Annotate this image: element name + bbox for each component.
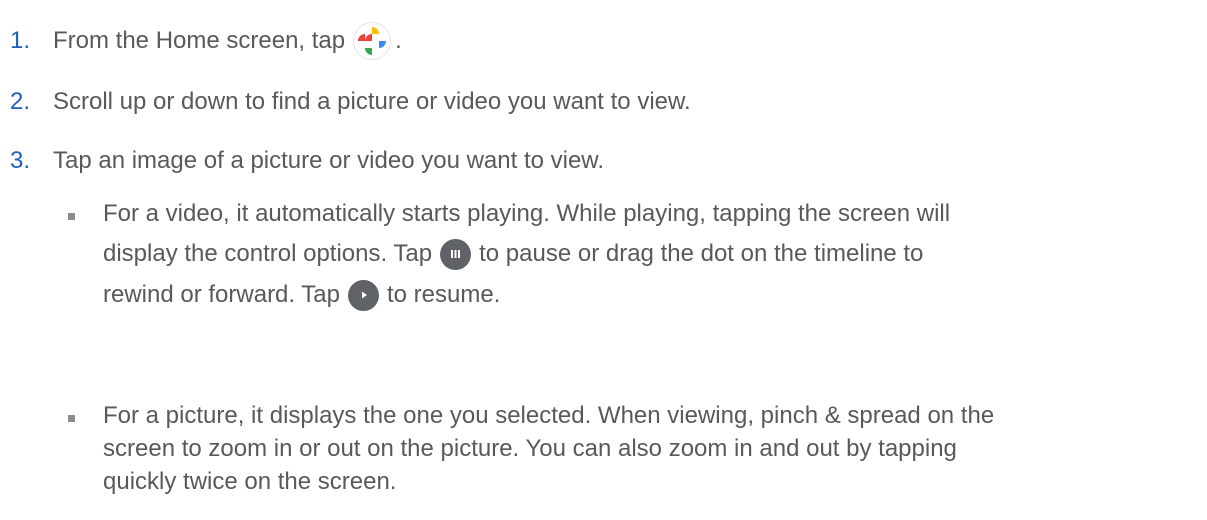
step-text: From the Home screen, tap bbox=[53, 27, 346, 54]
bullet-text: rewind or forward. Tap bbox=[103, 281, 340, 308]
bullet-line: quickly twice on the screen. bbox=[103, 468, 397, 495]
bullet-video: For a video, it automatically starts pla… bbox=[68, 200, 1188, 360]
step-number: 3. bbox=[10, 147, 31, 174]
bullet-line: screen to zoom in or out on the picture.… bbox=[103, 435, 957, 462]
bullet-line: rewind or forward. Tap to resume. bbox=[103, 278, 500, 312]
google-photos-icon bbox=[353, 22, 392, 60]
step-text-end: . bbox=[395, 27, 402, 54]
bullet-marker bbox=[68, 415, 75, 422]
bullet-text: display the control options. Tap bbox=[103, 240, 433, 267]
step-2: 2. Scroll up or down to find a picture o… bbox=[10, 86, 691, 118]
bullet-line: For a picture, it displays the one you s… bbox=[103, 402, 995, 429]
step-number: 2. bbox=[10, 88, 31, 115]
bullet-text: to pause or drag the dot on the timeline… bbox=[479, 240, 924, 267]
step-1: 1. From the Home screen, tap . bbox=[10, 21, 402, 61]
step-text: Tap an image of a picture or video you w… bbox=[53, 147, 604, 174]
bullet-line: For a video, it automatically starts pla… bbox=[103, 200, 951, 227]
step-text: Scroll up or down to find a picture or v… bbox=[53, 88, 691, 115]
bullet-line: display the control options. Tap to paus… bbox=[103, 237, 923, 271]
bullet-marker bbox=[68, 213, 75, 220]
bullet-text: to resume. bbox=[387, 281, 501, 308]
pause-icon bbox=[440, 238, 472, 270]
step-number: 1. bbox=[10, 27, 31, 54]
step-3: 3. Tap an image of a picture or video yo… bbox=[10, 145, 604, 177]
bullet-picture: For a picture, it displays the one you s… bbox=[68, 402, 1188, 512]
play-icon bbox=[348, 279, 379, 311]
